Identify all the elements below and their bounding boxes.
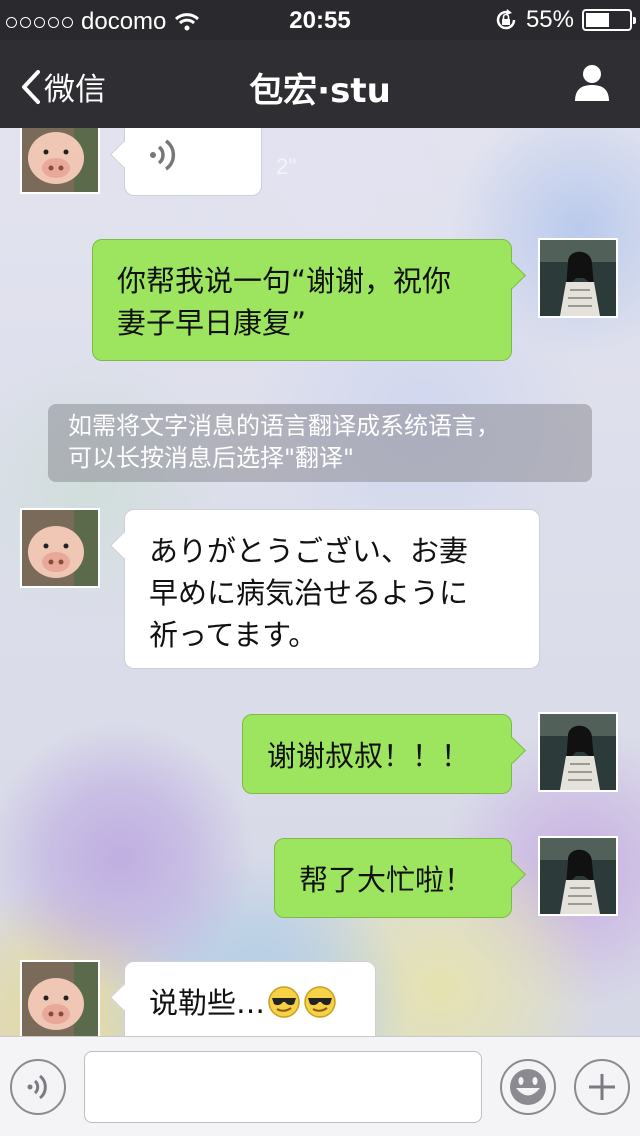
- my-avatar[interactable]: [538, 712, 618, 792]
- sunglasses-face-icon: [268, 986, 300, 1018]
- voice-input-button[interactable]: [10, 1059, 66, 1115]
- translation-tip: 如需将文字消息的语言翻译成系统语言， 可以长按消息后选择"翻译": [48, 404, 592, 482]
- message-line: 早めに病気治せるように: [149, 576, 469, 610]
- message-line: ありがとうござい、お妻: [149, 534, 469, 568]
- voice-icon: [27, 1074, 47, 1100]
- message-input[interactable]: [84, 1051, 482, 1123]
- message-line: 祈ってます。: [149, 618, 318, 652]
- emoji-button[interactable]: [500, 1059, 556, 1115]
- contact-avatar[interactable]: [20, 508, 100, 588]
- more-button[interactable]: [574, 1059, 630, 1115]
- incoming-message[interactable]: 说勒些…: [124, 961, 376, 1036]
- outgoing-message[interactable]: 你帮我说一句“谢谢，祝你 妻子早日康复”: [92, 239, 512, 361]
- my-avatar[interactable]: [538, 836, 618, 916]
- rotation-lock-icon: [496, 9, 516, 30]
- voice-message[interactable]: [124, 128, 262, 196]
- my-avatar[interactable]: [538, 238, 618, 318]
- voice-duration: 2'': [276, 154, 297, 179]
- outgoing-message[interactable]: 帮了大忙啦！: [274, 838, 512, 918]
- message-line: 帮了大忙啦！: [299, 863, 474, 897]
- profile-button[interactable]: [572, 62, 612, 106]
- girl-avatar-image: [540, 240, 616, 316]
- contact-avatar[interactable]: [20, 960, 100, 1036]
- message-line: 妻子早日康复”: [117, 306, 307, 340]
- battery-fill: [586, 13, 609, 27]
- status-right: 55%: [494, 6, 636, 34]
- status-bar: docomo 20:55 55%: [0, 0, 640, 40]
- chat-area[interactable]: 2'' 你帮我说一句“谢谢，祝你 妻子早日康复” 如需将文字消息的语言翻译成系统…: [0, 128, 640, 1036]
- battery-percent: 55%: [525, 6, 574, 33]
- emoji-icon: [510, 1069, 546, 1105]
- message-line: 你帮我说一句“谢谢，祝你: [117, 264, 452, 298]
- nav-bar: 微信 包宏·stu: [0, 40, 640, 128]
- contact-avatar[interactable]: [20, 128, 100, 194]
- tip-line: 如需将文字消息的语言翻译成系统语言，: [68, 412, 500, 440]
- outgoing-message[interactable]: 谢谢叔叔！！！: [242, 714, 512, 794]
- incoming-message[interactable]: ありがとうござい、お妻 早めに病気治せるように 祈ってます。: [124, 509, 540, 669]
- pig-avatar-image: [22, 128, 98, 192]
- sunglasses-face-icon: [304, 986, 336, 1018]
- pig-avatar-image: [22, 510, 98, 586]
- plus-icon: [589, 1074, 615, 1100]
- message-line: 谢谢叔叔！！！: [267, 739, 471, 773]
- message-text: 说勒些…: [149, 986, 266, 1020]
- voice-wave-icon: [150, 139, 176, 171]
- person-icon: [575, 65, 609, 101]
- chat-title: 包宏·stu: [249, 71, 391, 111]
- pig-avatar-image: [22, 962, 98, 1036]
- battery-icon: [582, 9, 636, 31]
- girl-avatar-image: [540, 714, 616, 790]
- input-bar: [0, 1036, 640, 1136]
- tip-line: 可以长按消息后选择"翻译": [68, 444, 355, 472]
- girl-avatar-image: [540, 838, 616, 914]
